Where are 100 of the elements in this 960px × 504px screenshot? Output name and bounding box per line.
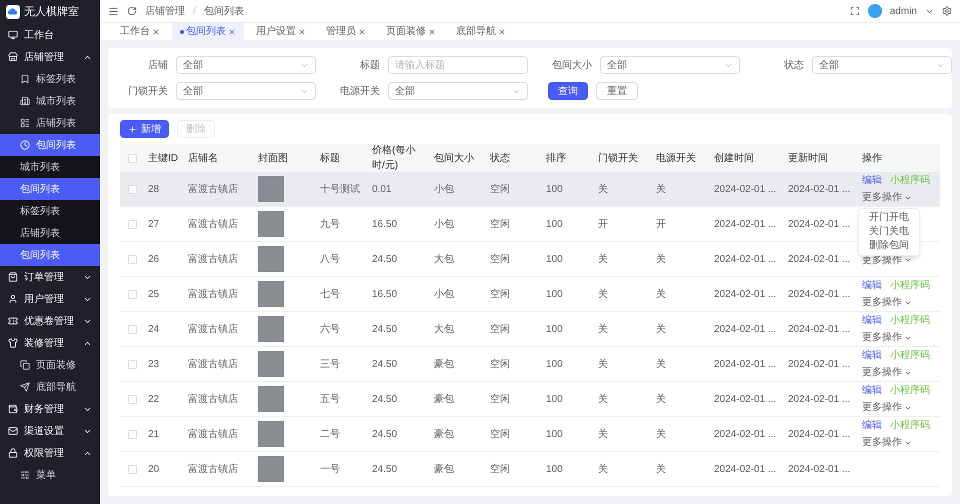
photo-placeholder: [258, 421, 284, 447]
checkbox[interactable]: [128, 154, 136, 162]
tab[interactable]: 页面装修: [378, 23, 444, 40]
sidebar-item[interactable]: 城市列表: [0, 90, 100, 112]
select-field[interactable]: 全部: [176, 56, 316, 74]
more-actions-dropdown[interactable]: 更多操作: [862, 295, 912, 310]
add-button[interactable]: 新增: [120, 120, 169, 138]
app-title: 无人棋牌室: [24, 4, 79, 20]
column-header: 门锁开关: [597, 152, 639, 166]
sidebar-group[interactable]: 用户管理: [0, 288, 100, 310]
edit-link[interactable]: 编辑: [862, 383, 882, 398]
select-field[interactable]: 全部: [600, 56, 740, 74]
tab[interactable]: 底部导航: [448, 23, 514, 40]
table-cell-text: 小包: [433, 182, 455, 196]
sidebar-item[interactable]: 标签列表: [0, 68, 100, 90]
table-cell-text: 小包: [433, 218, 455, 232]
sidebar-item[interactable]: 菜单: [0, 464, 100, 486]
tab[interactable]: 包间列表: [172, 23, 244, 40]
title-input-field[interactable]: 请输入标题: [388, 56, 528, 74]
checkbox[interactable]: [128, 290, 136, 298]
close-icon[interactable]: [428, 28, 436, 36]
close-icon[interactable]: [228, 28, 236, 36]
refresh-icon[interactable]: [127, 6, 137, 16]
sidebar-item[interactable]: 页面装修: [0, 354, 100, 376]
checkbox[interactable]: [128, 324, 136, 334]
table-cell-text: 26: [147, 252, 160, 266]
sidebar-item[interactable]: 店铺列表: [0, 222, 100, 244]
sidebar-group[interactable]: 渠道设置: [0, 420, 100, 442]
edit-link[interactable]: 编辑: [862, 173, 882, 188]
edit-link[interactable]: 编辑: [862, 313, 882, 328]
dropdown-item[interactable]: 开门开电: [859, 211, 919, 225]
table-cell-text: 豪包: [433, 358, 455, 372]
tab[interactable]: 用户设置: [248, 23, 314, 40]
breadcrumb-link[interactable]: 店铺管理: [145, 4, 185, 18]
user-icon: [8, 294, 18, 304]
close-icon[interactable]: [152, 28, 160, 36]
sidebar-group[interactable]: 财务管理: [0, 398, 100, 420]
checkbox[interactable]: [128, 254, 136, 264]
table-cell-text: 富渡古镇店: [187, 358, 239, 372]
table-cell-text: 2024-02-01 ...: [787, 462, 852, 476]
sidebar-group[interactable]: 店铺管理: [0, 46, 100, 68]
checkbox[interactable]: [128, 220, 136, 228]
close-icon[interactable]: [498, 28, 506, 36]
more-actions-dropdown[interactable]: 更多操作: [862, 435, 912, 450]
photo-placeholder: [258, 176, 284, 202]
tab[interactable]: 管理员: [318, 23, 374, 40]
checkbox[interactable]: [128, 464, 136, 474]
send-icon: [20, 382, 30, 392]
checkbox[interactable]: [128, 360, 136, 368]
table-cell-text: 2024-02-01 ...: [713, 428, 778, 442]
table-cell-text: 关: [597, 358, 609, 372]
table-cell-text: 100: [545, 462, 564, 476]
select-field[interactable]: 全部: [812, 56, 952, 74]
more-actions-dropdown[interactable]: 更多操作: [862, 190, 912, 205]
edit-link[interactable]: 编辑: [862, 348, 882, 363]
dropdown-item[interactable]: 关门关电: [859, 225, 919, 239]
settings-icon[interactable]: [942, 6, 952, 16]
sidebar-item[interactable]: 底部导航: [0, 376, 100, 398]
avatar[interactable]: [868, 4, 882, 18]
table-cell-text: 24.50: [371, 252, 398, 266]
sidebar-item[interactable]: 包间列表: [0, 134, 100, 156]
user-name[interactable]: admin: [890, 4, 917, 18]
sidebar-group[interactable]: 工作台: [0, 24, 100, 46]
column-header: 价格(每小时/元): [371, 144, 416, 173]
select-field[interactable]: 全部: [388, 82, 528, 100]
checkbox[interactable]: [128, 394, 136, 404]
sidebar-item[interactable]: 包间列表: [0, 244, 100, 266]
chevron-down-icon: [904, 256, 912, 264]
table-cell-text: 100: [545, 252, 564, 266]
checkbox[interactable]: [128, 184, 136, 194]
more-actions-dropdown[interactable]: 更多操作: [862, 365, 912, 380]
table-cell-text: 七号: [319, 288, 341, 302]
edit-link[interactable]: 编辑: [862, 278, 882, 293]
fullscreen-icon[interactable]: [850, 6, 860, 16]
sidebar-item[interactable]: 标签列表: [0, 200, 100, 222]
close-icon[interactable]: [358, 28, 366, 36]
sidebar-group[interactable]: 订单管理: [0, 266, 100, 288]
table-cell-text: 2024-02-01 ...: [787, 182, 852, 196]
search-button[interactable]: 查询: [548, 82, 588, 100]
sidebar-group[interactable]: 优惠卷管理: [0, 310, 100, 332]
tab[interactable]: 工作台: [112, 23, 168, 40]
more-actions-dropdown[interactable]: 更多操作: [862, 330, 912, 345]
sidebar-group[interactable]: 装修管理: [0, 332, 100, 354]
column-header: 封面图: [257, 152, 289, 166]
plus-icon: [128, 124, 137, 134]
sidebar-item[interactable]: 城市列表: [0, 156, 100, 178]
close-icon[interactable]: [298, 28, 306, 36]
select-field[interactable]: 全部: [176, 82, 316, 100]
shirt-icon: [8, 338, 18, 348]
sidebar-group[interactable]: 权限管理: [0, 442, 100, 464]
sidebar-item[interactable]: 店铺列表: [0, 112, 100, 134]
dropdown-item[interactable]: 删除包间: [859, 239, 919, 253]
table-cell-text: 16.50: [371, 288, 398, 302]
menu-icon[interactable]: [108, 6, 119, 16]
more-actions-dropdown[interactable]: 更多操作: [862, 400, 912, 415]
edit-link[interactable]: 编辑: [862, 418, 882, 433]
table-cell-text: 小包: [433, 288, 455, 302]
sidebar-item[interactable]: 包间列表: [0, 178, 100, 200]
checkbox[interactable]: [128, 430, 136, 438]
reset-button[interactable]: 重置: [596, 82, 638, 100]
